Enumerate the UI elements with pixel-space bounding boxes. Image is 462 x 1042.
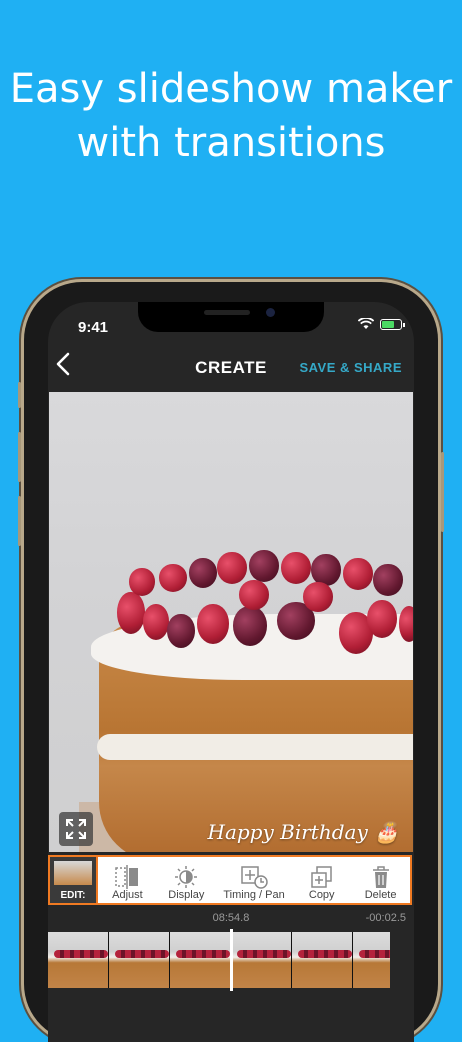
display-icon xyxy=(175,866,198,888)
tool-label-display: Display xyxy=(168,889,205,901)
timing-pan-icon xyxy=(241,866,268,889)
tool-label-delete: Delete xyxy=(364,889,397,901)
volume-down-button xyxy=(18,496,21,546)
wifi-icon xyxy=(358,318,374,329)
fullscreen-button[interactable] xyxy=(59,812,93,846)
save-share-button[interactable]: SAVE & SHARE xyxy=(299,360,402,375)
timeline-header: 08:54.8 -00:02.5 xyxy=(48,907,414,931)
volume-up-button xyxy=(18,432,21,482)
blackberry xyxy=(373,564,403,596)
headline: Easy slideshow maker with transitions xyxy=(0,62,462,170)
front-camera xyxy=(266,308,275,317)
filmstrip-frame[interactable] xyxy=(109,932,169,988)
blackberry xyxy=(249,550,279,582)
phone-frame: 9:41 CREATE SAVE & SHARE Happy Birthday … xyxy=(18,282,444,1042)
expand-icon xyxy=(66,819,86,839)
blackberry xyxy=(233,606,267,646)
filmstrip-frame[interactable] xyxy=(48,932,108,988)
filmstrip-frame[interactable] xyxy=(170,932,230,988)
filmstrip-frame[interactable] xyxy=(292,932,352,988)
raspberry xyxy=(367,600,397,638)
filmstrip-frame[interactable] xyxy=(231,932,291,988)
tool-timing-pan[interactable]: Timing / Pan xyxy=(216,857,293,903)
raspberry xyxy=(117,592,145,634)
trash-icon xyxy=(372,866,389,888)
blackberry xyxy=(167,614,195,648)
raspberry xyxy=(281,552,311,584)
battery-icon xyxy=(380,318,405,330)
tool-display[interactable]: Display xyxy=(157,857,216,903)
thumbnail-image xyxy=(54,861,92,885)
slide-caption: Happy Birthday 🎂 xyxy=(207,820,399,844)
adjust-icon xyxy=(115,865,139,889)
edit-label: EDIT: xyxy=(60,890,86,901)
speaker xyxy=(204,310,250,315)
current-time: 08:54.8 xyxy=(212,912,250,924)
mute-switch xyxy=(18,382,21,408)
blackberry xyxy=(189,558,217,588)
edit-toolbar: EDIT: Adjust Display Timing / Pan Copy D… xyxy=(48,855,412,905)
edit-thumbnail[interactable]: EDIT: xyxy=(50,857,98,903)
raspberry xyxy=(303,582,333,612)
slide-photo[interactable]: Happy Birthday 🎂 xyxy=(49,392,413,852)
tool-adjust[interactable]: Adjust xyxy=(98,857,157,903)
cake-cream-middle xyxy=(97,734,413,760)
phone-screen: 9:41 CREATE SAVE & SHARE Happy Birthday … xyxy=(48,302,414,1042)
raspberry xyxy=(217,552,247,584)
filmstrip-end xyxy=(390,932,414,988)
tool-copy[interactable]: Copy xyxy=(292,857,351,903)
nav-bar: CREATE SAVE & SHARE xyxy=(48,346,414,386)
status-time: 9:41 xyxy=(78,319,109,336)
copy-icon xyxy=(310,866,332,888)
playhead[interactable] xyxy=(230,929,233,991)
tool-label-copy: Copy xyxy=(308,889,335,901)
tool-delete[interactable]: Delete xyxy=(351,857,410,903)
tool-label-timing-pan: Timing / Pan xyxy=(223,889,285,901)
tool-label-adjust: Adjust xyxy=(112,889,143,901)
power-button xyxy=(441,452,444,532)
raspberry xyxy=(143,604,169,640)
headline-line-1: Easy slideshow maker xyxy=(9,66,453,112)
raspberry xyxy=(197,604,229,644)
raspberry xyxy=(159,564,187,592)
notch xyxy=(138,302,324,332)
raspberry xyxy=(343,558,373,590)
raspberry xyxy=(239,580,269,610)
status-icons xyxy=(358,318,405,330)
remaining-time: -00:02.5 xyxy=(365,912,406,924)
raspberry xyxy=(399,606,413,642)
headline-line-2: with transitions xyxy=(76,120,386,166)
raspberry xyxy=(129,568,155,596)
